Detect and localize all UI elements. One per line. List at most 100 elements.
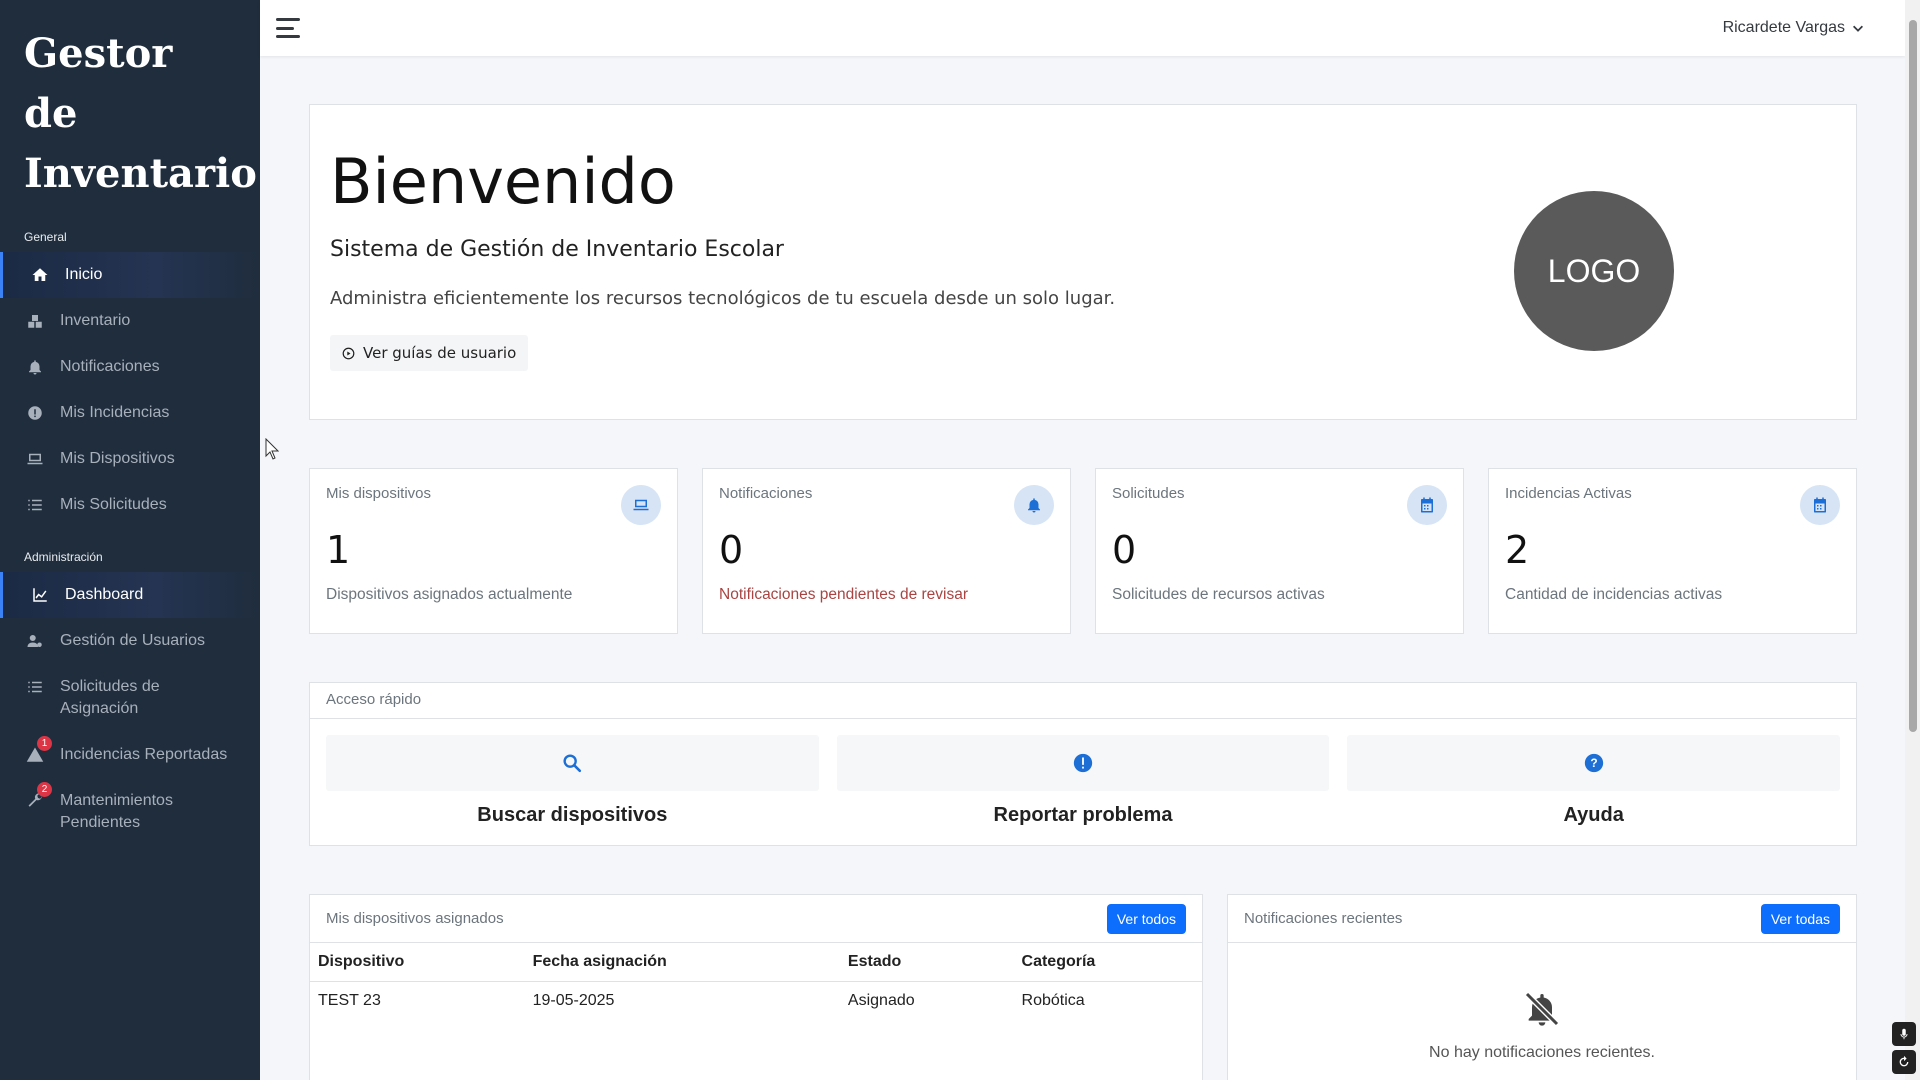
bell-icon [1014,485,1054,525]
bell-icon [24,356,46,378]
brand-line-2: Inventario [24,150,257,197]
stat-label: Notificaciones [719,485,813,502]
sidebar-item-label: Gestión de Usuarios [60,632,205,649]
view-all-notifications-button[interactable]: Ver todas [1760,903,1840,934]
column-header[interactable]: Dispositivo [310,943,525,982]
sidebar-item-mis-incidencias[interactable]: Mis Incidencias [0,390,260,436]
stat-label: Solicitudes [1112,485,1185,502]
quick-report-problem[interactable]: Reportar problema [836,735,1330,827]
nav-section-general: General [24,230,67,244]
main-content: Bienvenido Sistema de Gestión de Inventa… [309,104,1857,1080]
laptop-icon [621,485,661,525]
sidebar-item-dashboard[interactable]: Dashboard [0,572,260,618]
calendar-icon [1800,485,1840,525]
empty-state: No hay notificaciones recientes. [1228,943,1856,1062]
exclamation-icon [1073,753,1093,773]
stat-description: Solicitudes de recursos activas [1112,586,1325,603]
user-guides-button[interactable]: Ver guías de usuario [330,335,529,371]
school-logo: LOGO [1514,191,1674,351]
quick-help[interactable]: ? Ayuda [1347,735,1841,827]
column-header[interactable]: Estado [839,943,1014,982]
sidebar: Gestor de Inventario General Inicio Inve… [0,0,260,1080]
sidebar-item-incidencias-reportadas[interactable]: 1 Incidencias Reportadas [0,732,260,778]
table-row[interactable]: TEST 23 19-05-2025 Asignado Robótica [310,982,1202,1021]
question-icon: ? [1584,753,1603,773]
topbar: Ricardete Vargas [260,0,1905,56]
user-name: Ricardete Vargas [1722,19,1845,36]
stat-value: 1 [326,528,351,572]
bell-slash-icon [1524,991,1560,1027]
home-icon [29,264,51,286]
sidebar-item-gestion-usuarios[interactable]: Gestión de Usuarios [0,618,260,664]
page-scrollbar[interactable] [1905,0,1920,1080]
boxes-icon [24,310,46,332]
brand-line-1: Gestor de [24,30,173,137]
stat-card-requests: Solicitudes 0 Solicitudes de recursos ac… [1095,468,1464,634]
stat-description: Cantidad de incidencias activas [1505,586,1723,603]
stats-row: Mis dispositivos 1 Dispositivos asignado… [309,468,1857,634]
mouse-cursor-icon [265,438,279,460]
sidebar-item-label: Solicitudes de Asignación [60,678,160,717]
search-icon [563,754,582,773]
stat-label: Incidencias Activas [1505,485,1632,502]
sidebar-item-mis-solicitudes[interactable]: Mis Solicitudes [0,482,260,528]
sidebar-item-label: Mantenimientos Pendientes [60,792,173,831]
recent-notifications-panel: Notificaciones recientes Ver todas No ha… [1227,894,1857,1080]
devices-table: Dispositivo Fecha asignación Estado Cate… [310,943,1202,1020]
bottom-panels: Mis dispositivos asignados Ver todos Dis… [309,894,1857,1080]
user-menu[interactable]: Ricardete Vargas [1723,19,1865,37]
chart-line-icon [29,584,51,606]
column-header[interactable]: Categoría [1013,943,1202,982]
sidebar-item-label: Incidencias Reportadas [60,746,228,763]
sidebar-item-notificaciones[interactable]: Notificaciones [0,344,260,390]
sidebar-item-label: Mis Dispositivos [60,450,175,467]
stat-card-incidents: Incidencias Activas 2 Cantidad de incide… [1488,468,1857,634]
view-all-devices-button[interactable]: Ver todos [1106,903,1186,934]
stat-description: Dispositivos asignados actualmente [326,586,573,603]
svg-text:?: ? [1590,756,1597,770]
refresh-icon[interactable] [1892,1050,1916,1074]
sidebar-item-label: Notificaciones [60,358,160,375]
table-cell: Asignado [847,992,915,1009]
user-guides-label: Ver guías de usuario [363,344,517,362]
sidebar-item-inicio[interactable]: Inicio [0,252,260,298]
column-header[interactable]: Fecha asignación [524,943,840,982]
stat-label: Mis dispositivos [326,485,432,502]
notification-badge: 1 [37,736,52,751]
microphone-icon[interactable] [1892,1022,1916,1046]
nav-section-admin: Administración [24,550,103,564]
quick-search-devices[interactable]: Buscar dispositivos [326,735,819,827]
empty-message: No hay notificaciones recientes. [1429,1044,1655,1061]
quick-item-label: Reportar problema [993,804,1173,826]
wrench-icon: 2 [24,782,52,812]
sidebar-item-solicitudes-asignacion[interactable]: Solicitudes de Asignación [0,664,260,732]
brand-title[interactable]: Gestor de Inventario [0,0,260,226]
quick-access-title: Acceso rápido [310,683,1856,719]
sidebar-item-label: Inventario [60,312,131,329]
table-cell: 19-05-2025 [532,992,615,1009]
list-check-icon [24,676,46,698]
sidebar-item-inventario[interactable]: Inventario [0,298,260,344]
scrollbar-thumb[interactable] [1909,20,1917,732]
hamburger-menu-icon[interactable] [276,18,300,38]
info-icon [24,402,46,424]
sidebar-item-label: Dashboard [65,586,144,603]
stat-value: 0 [719,528,744,572]
quick-access: Acceso rápido Buscar dispositivos Report… [309,682,1857,846]
stat-value: 2 [1505,528,1530,572]
quick-item-label: Buscar dispositivos [477,804,668,826]
list-icon [24,494,46,516]
sidebar-item-label: Mis Incidencias [60,404,170,421]
table-cell: Robótica [1021,992,1085,1009]
stat-description: Notificaciones pendientes de revisar [719,586,968,603]
sidebar-item-mis-dispositivos[interactable]: Mis Dispositivos [0,436,260,482]
assigned-devices-panel: Mis dispositivos asignados Ver todos Dis… [309,894,1203,1080]
quick-item-label: Ayuda [1563,804,1624,826]
sidebar-item-label: Inicio [65,266,103,283]
chevron-down-icon [1853,25,1863,32]
stat-card-notifications: Notificaciones 0 Notificaciones pendient… [702,468,1071,634]
play-circle-icon [342,347,355,359]
sidebar-item-mantenimientos[interactable]: 2 Mantenimientos Pendientes [0,778,260,846]
sidebar-item-label: Mis Solicitudes [60,496,167,513]
panel-title: Mis dispositivos asignados [326,910,504,927]
